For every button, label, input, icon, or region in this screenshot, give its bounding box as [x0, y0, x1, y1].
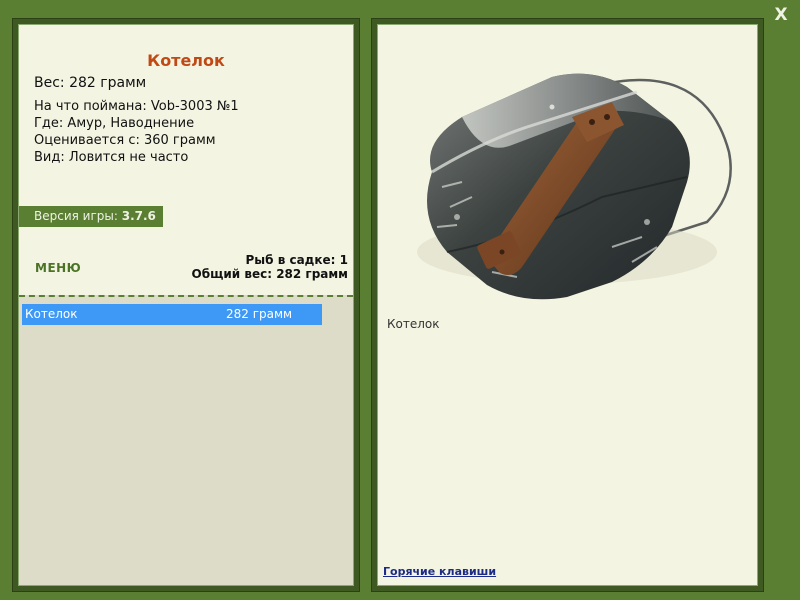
fish-count: Рыб в садке: 1 [245, 253, 349, 267]
list-item-name: Котелок [25, 307, 78, 321]
rarity-text: Вид: Ловится не часто [34, 150, 189, 165]
preview-caption: Котелок [387, 317, 440, 331]
catch-list: Котелок 282 грамм [19, 295, 353, 585]
item-weight: Вес: 282 грамм [34, 75, 147, 91]
list-item-weight: 282 грамм [226, 307, 293, 321]
hotkeys-link[interactable]: Горячие клавиши [383, 565, 496, 578]
preview-panel: Котелок Горячие клавиши [371, 18, 764, 592]
preview-content: Котелок Горячие клавиши [377, 24, 758, 586]
menu-button[interactable]: МЕНЮ [35, 261, 81, 275]
game-version-bar: Версия игры: 3.7.6 [19, 206, 163, 227]
mess-tin-icon [417, 73, 732, 300]
keepnet-stats: Рыб в садке: 1 Общий вес: 282 грамм [192, 253, 348, 281]
location-text: Где: Амур, Наводнение [34, 116, 195, 131]
item-details: На что поймана: Vob-3003 №1 Где: Амур, Н… [34, 98, 239, 166]
total-weight: Общий вес: 282 грамм [191, 267, 348, 281]
catch-info-panel: Котелок Вес: 282 грамм На что поймана: V… [12, 18, 360, 592]
close-button[interactable]: X [772, 6, 790, 24]
caught-with-text: На что поймана: Vob-3003 №1 [34, 99, 239, 114]
version-value: 3.7.6 [121, 209, 156, 223]
item-title: Котелок [147, 51, 225, 70]
catch-info-content: Котелок Вес: 282 грамм На что поймана: V… [18, 24, 354, 586]
version-label: Версия игры: [34, 209, 118, 223]
valued-from-text: Оценивается с: 360 грамм [34, 133, 216, 148]
list-item[interactable]: Котелок 282 грамм [22, 304, 322, 325]
